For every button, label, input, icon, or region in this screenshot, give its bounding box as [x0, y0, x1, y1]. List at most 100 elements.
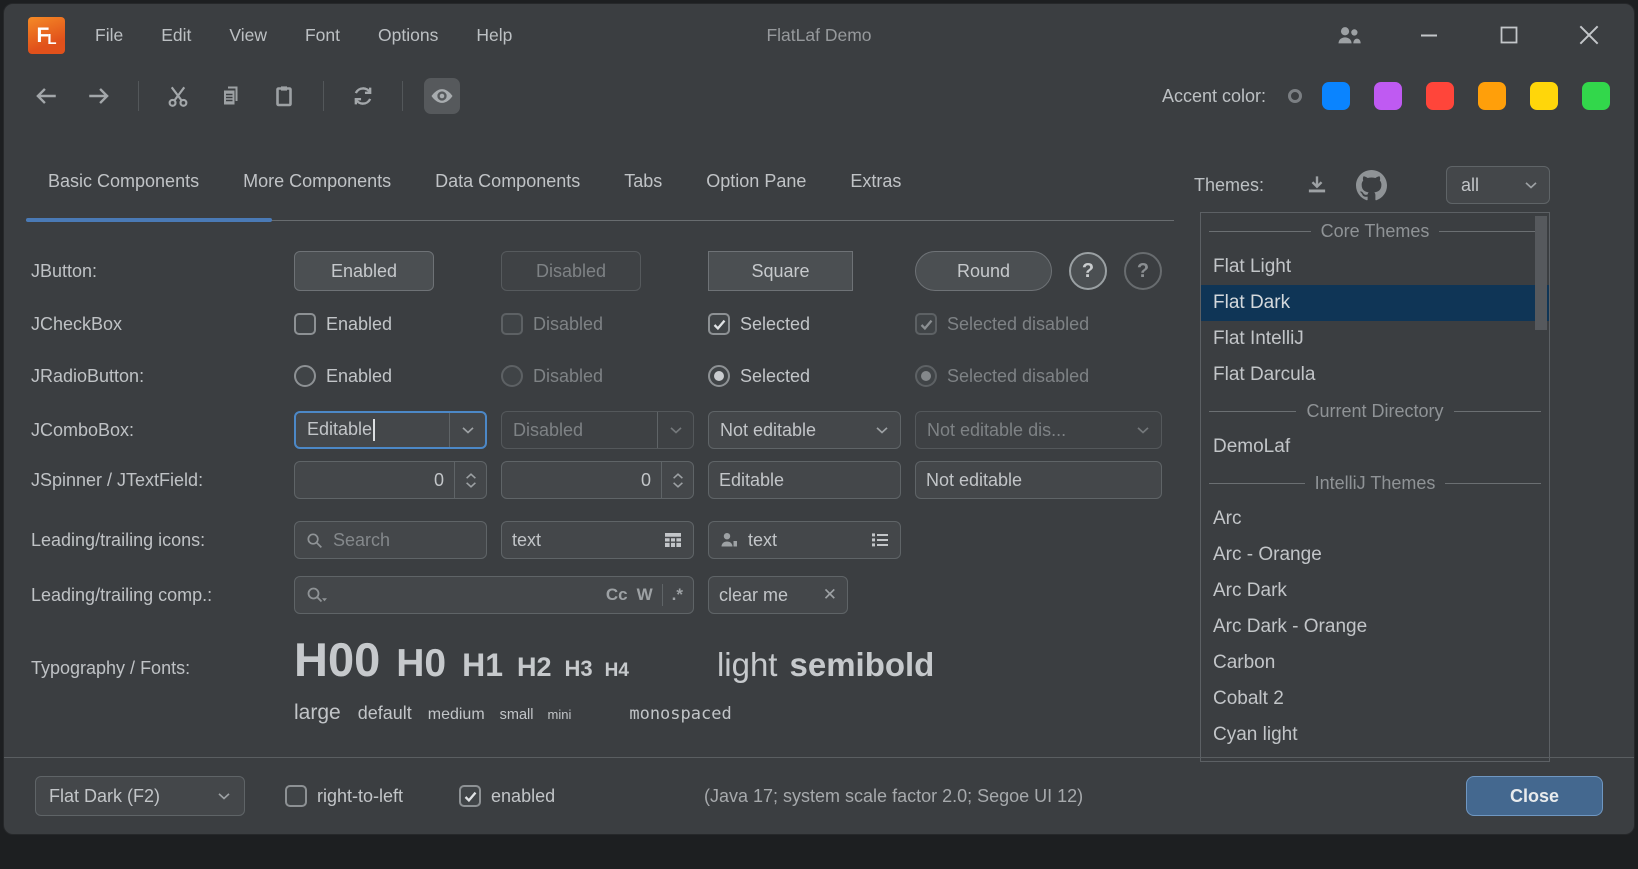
whole-words-button[interactable]: W: [637, 585, 653, 605]
textfield-editable[interactable]: Editable: [708, 461, 901, 499]
checkbox-selected[interactable]: Selected: [708, 313, 901, 335]
round-button[interactable]: Round: [915, 251, 1052, 291]
close-icon[interactable]: [1574, 20, 1604, 50]
checkbox-box[interactable]: [285, 785, 307, 807]
tab-data-components[interactable]: Data Components: [413, 149, 602, 221]
textfield-value[interactable]: text: [748, 530, 777, 551]
tab-tabs[interactable]: Tabs: [602, 149, 684, 221]
theme-item-arc-orange[interactable]: Arc - Orange: [1201, 537, 1549, 573]
back-icon[interactable]: [28, 78, 64, 114]
themes-filter-combobox[interactable]: all: [1446, 166, 1550, 204]
checkbox-box[interactable]: [294, 313, 316, 335]
close-button[interactable]: Close: [1466, 776, 1603, 816]
theme-item-arc-dark[interactable]: Arc Dark: [1201, 573, 1549, 609]
monospaced-sample: monospaced: [629, 704, 731, 724]
menu-edit[interactable]: Edit: [161, 25, 191, 46]
list-icon[interactable]: [870, 530, 890, 550]
large-size-sample: large: [294, 701, 341, 725]
theme-switcher-combobox[interactable]: Flat Dark (F2): [35, 776, 245, 816]
chevron-down-icon[interactable]: [864, 412, 900, 448]
combobox-not-editable[interactable]: Not editable: [708, 411, 901, 449]
spinner-field[interactable]: 0: [294, 461, 487, 499]
clear-me-input[interactable]: clear me ✕: [708, 576, 848, 614]
download-icon[interactable]: [1300, 168, 1334, 202]
radio-circle[interactable]: [708, 365, 730, 387]
textfield-value[interactable]: Editable: [719, 470, 784, 491]
theme-item-arc[interactable]: Arc: [1201, 501, 1549, 537]
theme-item-flat-darcula[interactable]: Flat Darcula: [1201, 357, 1549, 393]
checkbox-enabled[interactable]: Enabled: [294, 313, 487, 335]
radio-disabled: Disabled: [501, 365, 694, 387]
tab-extras[interactable]: Extras: [828, 149, 923, 221]
person-icon: [719, 530, 739, 550]
spinner-value[interactable]: 0: [502, 470, 661, 491]
menu-view[interactable]: View: [229, 25, 267, 46]
text-input-with-person-icon[interactable]: text: [708, 521, 901, 559]
spinner-arrows[interactable]: [454, 462, 486, 498]
clear-icon[interactable]: ✕: [823, 585, 837, 605]
menu-options[interactable]: Options: [378, 25, 438, 46]
accent-swatch-yellow[interactable]: [1530, 82, 1558, 110]
regex-button[interactable]: .*: [672, 585, 683, 605]
radio-label: Selected: [740, 366, 810, 387]
theme-item-flat-dark[interactable]: Flat Dark: [1201, 285, 1549, 321]
users-icon[interactable]: [1334, 20, 1364, 50]
theme-item-cyan-light[interactable]: Cyan light: [1201, 717, 1549, 753]
theme-item-arc-dark-orange[interactable]: Arc Dark - Orange: [1201, 609, 1549, 645]
scrollbar-thumb[interactable]: [1535, 216, 1547, 330]
radio-circle[interactable]: [294, 365, 316, 387]
chevron-down-icon[interactable]: [449, 413, 485, 447]
search-menu-icon[interactable]: [305, 585, 329, 605]
enabled-button[interactable]: Enabled: [294, 251, 434, 291]
accent-swatch-green[interactable]: [1582, 82, 1610, 110]
theme-item-cobalt-2[interactable]: Cobalt 2: [1201, 681, 1549, 717]
table-icon[interactable]: [663, 530, 683, 550]
paste-icon[interactable]: [266, 78, 302, 114]
menu-font[interactable]: Font: [305, 25, 340, 46]
combobox-value[interactable]: Editable: [307, 419, 372, 439]
theme-item-flat-intellij[interactable]: Flat IntelliJ: [1201, 321, 1549, 357]
tab-basic-components[interactable]: Basic Components: [26, 149, 221, 221]
toolbar-separator: [323, 81, 324, 111]
forward-icon[interactable]: [81, 78, 117, 114]
accent-swatch-red[interactable]: [1426, 82, 1454, 110]
refresh-icon[interactable]: [345, 78, 381, 114]
accent-swatch-blue[interactable]: [1322, 82, 1350, 110]
radio-selected[interactable]: Selected: [708, 365, 901, 387]
tab-more-components[interactable]: More Components: [221, 149, 413, 221]
menu-file[interactable]: File: [95, 25, 123, 46]
theme-item-carbon[interactable]: Carbon: [1201, 645, 1549, 681]
maximize-icon[interactable]: [1494, 20, 1524, 50]
textfield-value[interactable]: text: [512, 530, 541, 551]
theme-item-flat-light[interactable]: Flat Light: [1201, 249, 1549, 285]
accent-color-label: Accent color:: [1162, 86, 1266, 107]
square-button[interactable]: Square: [708, 251, 853, 291]
combobox-editable[interactable]: Editable: [294, 411, 487, 449]
accent-swatch-orange[interactable]: [1478, 82, 1506, 110]
combobox-value: Not editable: [709, 420, 864, 441]
spinner-value[interactable]: 0: [295, 470, 454, 491]
accent-swatch-purple[interactable]: [1374, 82, 1402, 110]
match-case-button[interactable]: Cc: [606, 585, 628, 605]
toolbar-buttons: [28, 78, 460, 114]
textfield-value[interactable]: clear me: [719, 585, 788, 606]
spinner-arrows[interactable]: [661, 462, 693, 498]
github-icon[interactable]: [1354, 168, 1388, 202]
search-input[interactable]: Search: [294, 521, 487, 559]
copy-icon[interactable]: [213, 78, 249, 114]
checkbox-box[interactable]: [459, 785, 481, 807]
help-button[interactable]: ?: [1069, 252, 1107, 290]
theme-item-demolaf[interactable]: DemoLaf: [1201, 429, 1549, 465]
search-with-options-input[interactable]: Cc W .*: [294, 576, 694, 614]
text-input-with-table-icon[interactable]: text: [501, 521, 694, 559]
eye-icon[interactable]: [424, 78, 460, 114]
checkbox-box[interactable]: [708, 313, 730, 335]
right-to-left-checkbox[interactable]: right-to-left: [285, 785, 403, 807]
spinner-field[interactable]: 0: [501, 461, 694, 499]
menu-help[interactable]: Help: [476, 25, 512, 46]
radio-enabled[interactable]: Enabled: [294, 365, 487, 387]
enabled-checkbox[interactable]: enabled: [459, 785, 555, 807]
cut-icon[interactable]: [160, 78, 196, 114]
tab-option-pane[interactable]: Option Pane: [684, 149, 828, 221]
minimize-icon[interactable]: [1414, 20, 1444, 50]
